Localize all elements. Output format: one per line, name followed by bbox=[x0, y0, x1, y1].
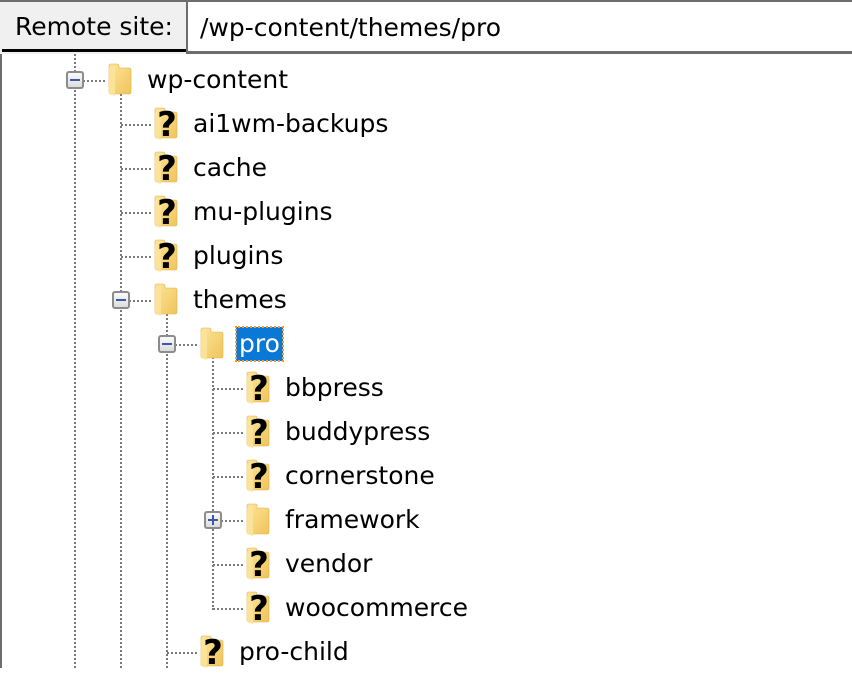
remote-site-label: Remote site: bbox=[2, 4, 186, 52]
tree-node-label[interactable]: cornerstone bbox=[282, 459, 438, 493]
tree-node-label[interactable]: ai1wm-backups bbox=[190, 107, 391, 141]
svg-text:?: ? bbox=[157, 106, 177, 142]
tree-node-label[interactable]: woocommerce bbox=[282, 591, 471, 625]
tree-node-themes[interactable]: themes bbox=[0, 278, 852, 322]
tree-connector bbox=[121, 256, 151, 258]
tree-node-vendor[interactable]: ? vendor bbox=[0, 542, 852, 586]
folder-unknown-icon: ? bbox=[153, 105, 179, 145]
tree-node-framework[interactable]: framework bbox=[0, 498, 852, 542]
expand-toggle-icon[interactable] bbox=[204, 511, 222, 529]
svg-text:?: ? bbox=[249, 458, 269, 494]
tree-node-label[interactable]: buddypress bbox=[282, 415, 433, 449]
tree-connector bbox=[213, 564, 243, 566]
tree-connector bbox=[213, 608, 243, 610]
tree-node-label[interactable]: wp-content bbox=[144, 63, 291, 97]
tree-node-ai1wm-backups[interactable]: ? ai1wm-backups bbox=[0, 102, 852, 146]
folder-icon bbox=[153, 282, 179, 318]
tree-node-pro[interactable]: pro bbox=[0, 322, 852, 366]
tree-node-mu-plugins[interactable]: ? mu-plugins bbox=[0, 190, 852, 234]
svg-text:?: ? bbox=[249, 590, 269, 626]
tree-node-pro-child[interactable]: ? pro-child bbox=[0, 630, 852, 674]
svg-text:?: ? bbox=[203, 634, 223, 670]
remote-site-bar: Remote site: /wp-content/themes/pro bbox=[0, 0, 852, 54]
tree-connector bbox=[213, 388, 243, 390]
folder-icon bbox=[199, 326, 225, 362]
svg-text:?: ? bbox=[157, 150, 177, 186]
svg-text:?: ? bbox=[157, 238, 177, 274]
tree-node-label[interactable]: bbpress bbox=[282, 371, 387, 405]
tree-node-label[interactable]: vendor bbox=[282, 547, 375, 581]
tree-node-wp-content[interactable]: wp-content bbox=[0, 58, 852, 102]
folder-unknown-icon: ? bbox=[153, 193, 179, 233]
svg-text:?: ? bbox=[249, 414, 269, 450]
svg-text:?: ? bbox=[249, 370, 269, 406]
folder-icon bbox=[107, 62, 133, 98]
tree-node-cornerstone[interactable]: ? cornerstone bbox=[0, 454, 852, 498]
tree-connector bbox=[121, 124, 151, 126]
collapse-toggle-icon[interactable] bbox=[158, 335, 176, 353]
tree-node-label[interactable]: cache bbox=[190, 151, 270, 185]
tree-node-plugins[interactable]: ? plugins bbox=[0, 234, 852, 278]
tree-connector bbox=[213, 476, 243, 478]
remote-path-input[interactable]: /wp-content/themes/pro bbox=[186, 2, 852, 54]
tree-node-bbpress[interactable]: ? bbpress bbox=[0, 366, 852, 410]
collapse-toggle-icon[interactable] bbox=[66, 71, 84, 89]
tree-connector bbox=[121, 212, 151, 214]
tree-node-label[interactable]: pro bbox=[235, 326, 284, 362]
tree-connector bbox=[121, 168, 151, 170]
tree-node-cache[interactable]: ? cache bbox=[0, 146, 852, 190]
folder-unknown-icon: ? bbox=[153, 149, 179, 189]
tree-node-label[interactable]: pro-child bbox=[236, 635, 352, 669]
collapse-toggle-icon[interactable] bbox=[112, 291, 130, 309]
folder-unknown-icon: ? bbox=[245, 369, 271, 409]
svg-text:?: ? bbox=[157, 194, 177, 230]
folder-unknown-icon: ? bbox=[245, 457, 271, 497]
tree-node-label[interactable]: plugins bbox=[190, 239, 286, 273]
tree-node-label[interactable]: themes bbox=[190, 283, 290, 317]
folder-unknown-icon: ? bbox=[245, 545, 271, 585]
tree-node-woocommerce[interactable]: ? woocommerce bbox=[0, 586, 852, 630]
tree-connector bbox=[167, 652, 197, 654]
folder-unknown-icon: ? bbox=[245, 589, 271, 629]
tree-node-label[interactable]: mu-plugins bbox=[190, 195, 336, 229]
tree-node-buddypress[interactable]: ? buddypress bbox=[0, 410, 852, 454]
folder-unknown-icon: ? bbox=[153, 237, 179, 277]
folder-unknown-icon: ? bbox=[245, 413, 271, 453]
folder-icon bbox=[245, 502, 271, 538]
tree-connector bbox=[213, 432, 243, 434]
folder-unknown-icon: ? bbox=[199, 633, 225, 673]
svg-text:?: ? bbox=[249, 546, 269, 582]
remote-directory-tree: wp-content? ai1wm-backups? cache? mu-plugin… bbox=[0, 54, 852, 673]
tree-node-label[interactable]: framework bbox=[282, 503, 423, 537]
